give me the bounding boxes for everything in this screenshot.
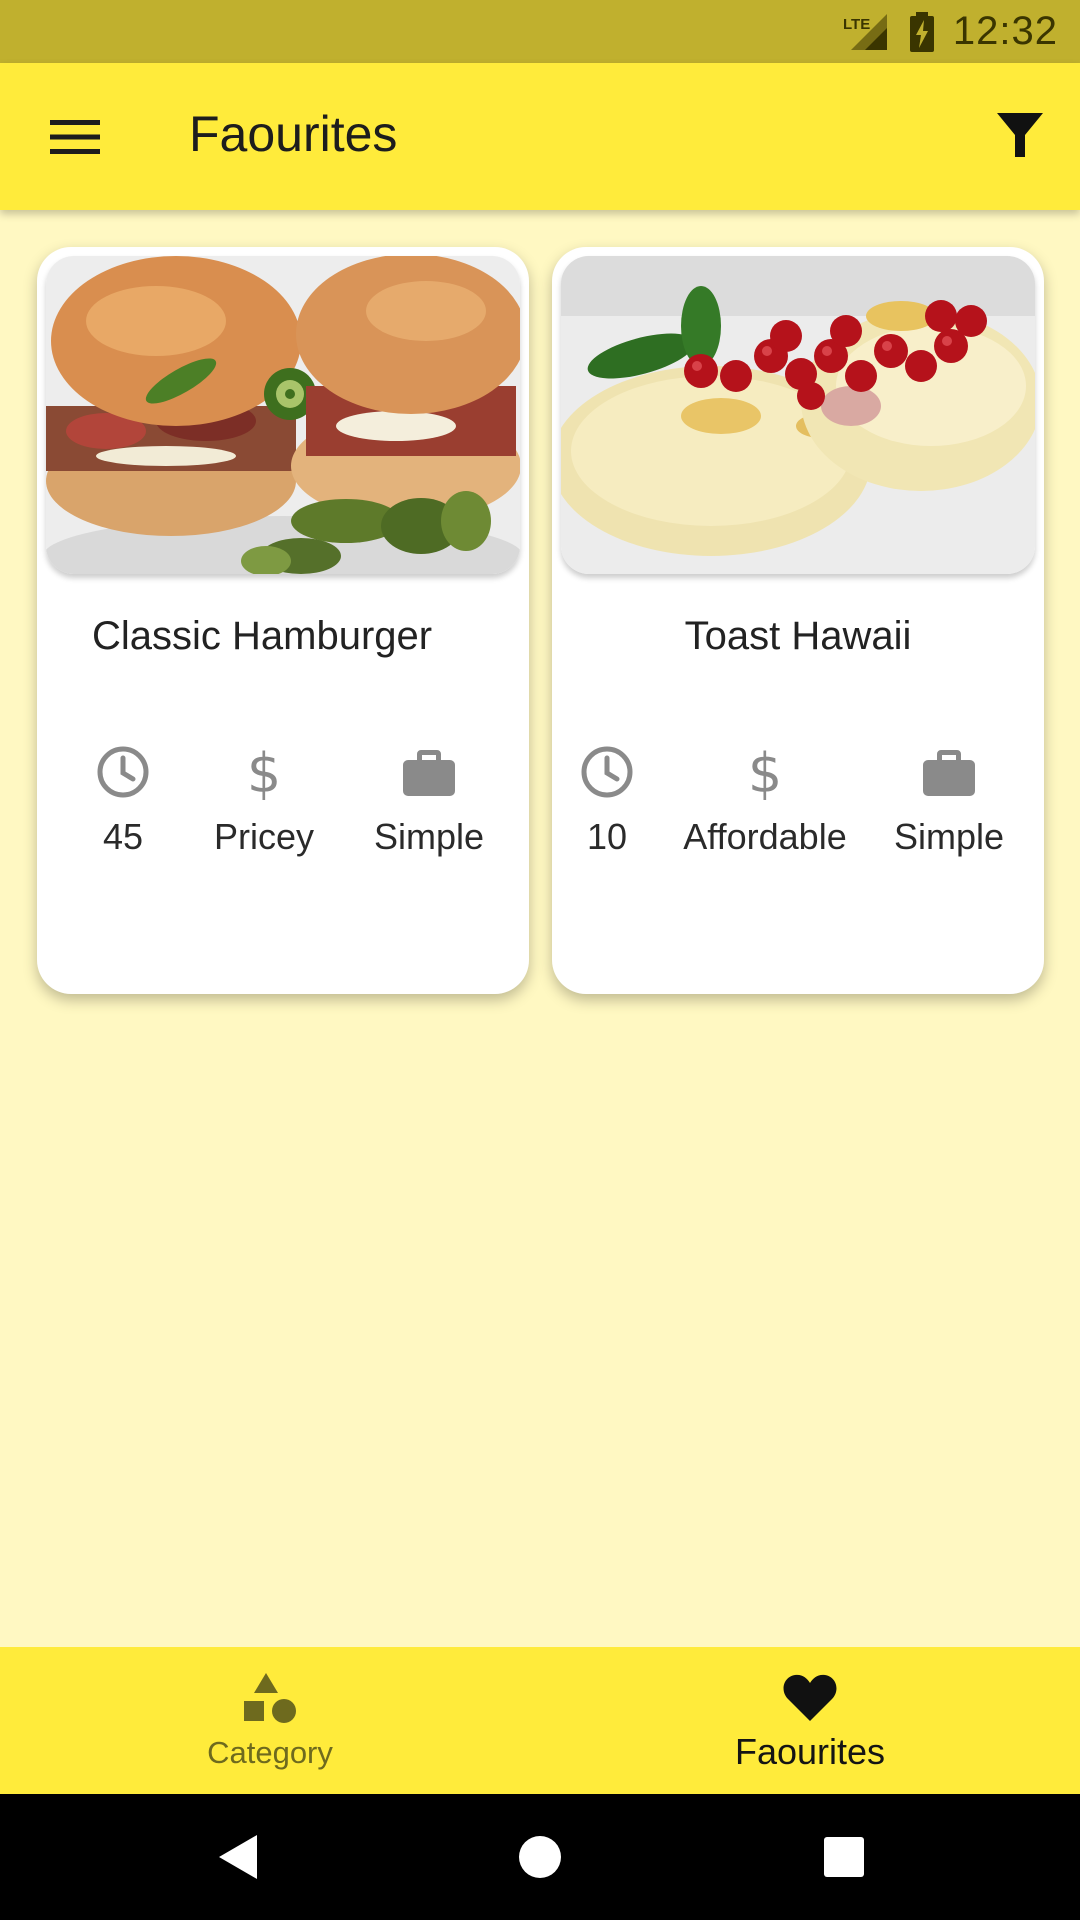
back-button[interactable] [197,1826,277,1888]
svg-text:$: $ [247,744,281,800]
meal-title: Classic Hamburger [92,614,433,658]
battery-charging-icon [909,11,935,52]
menu-button[interactable] [40,107,110,167]
nav-label-category: Category [207,1735,333,1770]
nav-item-favourites[interactable]: Faourites [540,1647,1080,1794]
duration-value: 45 [102,816,144,857]
page-title: Faourites [189,106,398,162]
recents-square-icon [824,1837,864,1877]
hamburger-menu-icon [50,120,100,154]
system-navigation-bar [0,1794,1080,1920]
affordability-value: Pricey [213,816,315,857]
heart-icon [783,1674,837,1721]
complexity-value: Simple [893,816,1005,857]
dollar-icon: $ [748,744,782,800]
app-bar: Faourites [0,63,1080,210]
status-time: 12:32 [952,9,1058,53]
dollar-icon: $ [247,744,281,800]
svg-text:$: $ [748,744,782,800]
category-shapes-icon [244,1673,296,1723]
meal-duration: 10 [572,742,642,858]
clock-icon [97,746,149,798]
filter-button[interactable] [990,103,1050,169]
meal-card-classic-hamburger[interactable]: Classic Hamburger 45 $ Pricey Simple [37,247,529,994]
meal-affordability: $ Pricey [194,742,334,858]
back-triangle-icon [219,1835,257,1879]
status-bar: LTE 12:32 [0,0,1080,63]
briefcase-icon [403,750,455,796]
meal-duration: 45 [75,742,171,858]
toast-hawaii-photo [561,256,1035,574]
meal-title: Toast Hawaii [684,614,912,658]
home-circle-icon [519,1836,561,1878]
nav-item-category[interactable]: Category [0,1647,540,1794]
filter-icon [997,113,1043,157]
nav-label-favourites: Faourites [734,1731,886,1772]
complexity-value: Simple [373,816,485,857]
meal-affordability: $ Affordable [670,742,860,858]
svg-text:LTE: LTE [843,16,870,33]
lte-signal-icon: LTE [841,12,891,52]
hamburger-photo [46,256,520,574]
briefcase-icon [923,750,975,796]
home-button[interactable] [500,1826,580,1888]
clock-icon [581,746,633,798]
duration-value: 10 [586,816,628,857]
meal-card-toast-hawaii[interactable]: Toast Hawaii 10 $ Affordable Simple [552,247,1044,994]
recents-button[interactable] [804,1826,884,1888]
meal-complexity: Simple [359,742,499,858]
bottom-navigation: Category Faourites [0,1647,1080,1794]
meal-complexity: Simple [884,742,1014,858]
affordability-value: Affordable [683,816,847,857]
